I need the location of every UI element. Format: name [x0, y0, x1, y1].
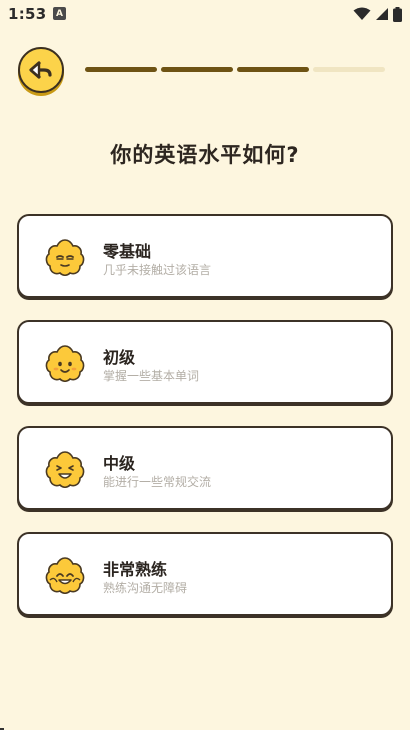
progress-segment-4: [313, 67, 385, 72]
language-level-screen: 1:53 A 你的英语水平如何? 零基础 几乎未接触过该语言 初级 掌握一些基本…: [0, 0, 410, 730]
option-intermediate[interactable]: 中级 能进行一些常规交流: [17, 426, 393, 510]
question-title: 你的英语水平如何?: [110, 143, 300, 167]
option-description: 能进行一些常规交流: [103, 475, 212, 489]
grinning-face-icon: [45, 451, 85, 488]
status-icons: [353, 6, 402, 22]
back-arrow-icon: [29, 61, 52, 79]
app-notification-icon: A: [53, 7, 66, 20]
option-description: 熟练沟通无障碍: [103, 581, 188, 595]
option-label: 非常熟练: [103, 560, 168, 579]
option-description: 几乎未接触过该语言: [103, 263, 212, 277]
option-beginner[interactable]: 初级 掌握一些基本单词: [17, 320, 393, 404]
sleepy-face-icon: [45, 239, 85, 276]
option-beginner-zero[interactable]: 零基础 几乎未接触过该语言: [17, 214, 393, 298]
option-label: 初级: [103, 348, 136, 367]
step-progress-bar: [85, 67, 385, 72]
status-time: 1:53: [8, 5, 47, 23]
progress-segment-2: [161, 67, 233, 72]
option-description: 掌握一些基本单词: [103, 369, 200, 383]
battery-icon: [393, 6, 402, 22]
option-advanced[interactable]: 非常熟练 熟练沟通无障碍: [17, 532, 393, 616]
level-options: 零基础 几乎未接触过该语言 初级 掌握一些基本单词 中级 能进行一些常规交流 非…: [17, 214, 393, 638]
option-label: 零基础: [103, 242, 152, 261]
progress-segment-1: [85, 67, 157, 72]
option-label: 中级: [103, 454, 136, 473]
wifi-icon: [353, 7, 371, 20]
status-bar: 1:53 A: [0, 0, 410, 30]
back-button[interactable]: [18, 47, 64, 93]
smiling-face-icon: [45, 345, 85, 382]
progress-segment-3: [237, 67, 309, 72]
signal-icon: [376, 8, 388, 20]
happy-face-icon: [45, 557, 85, 594]
